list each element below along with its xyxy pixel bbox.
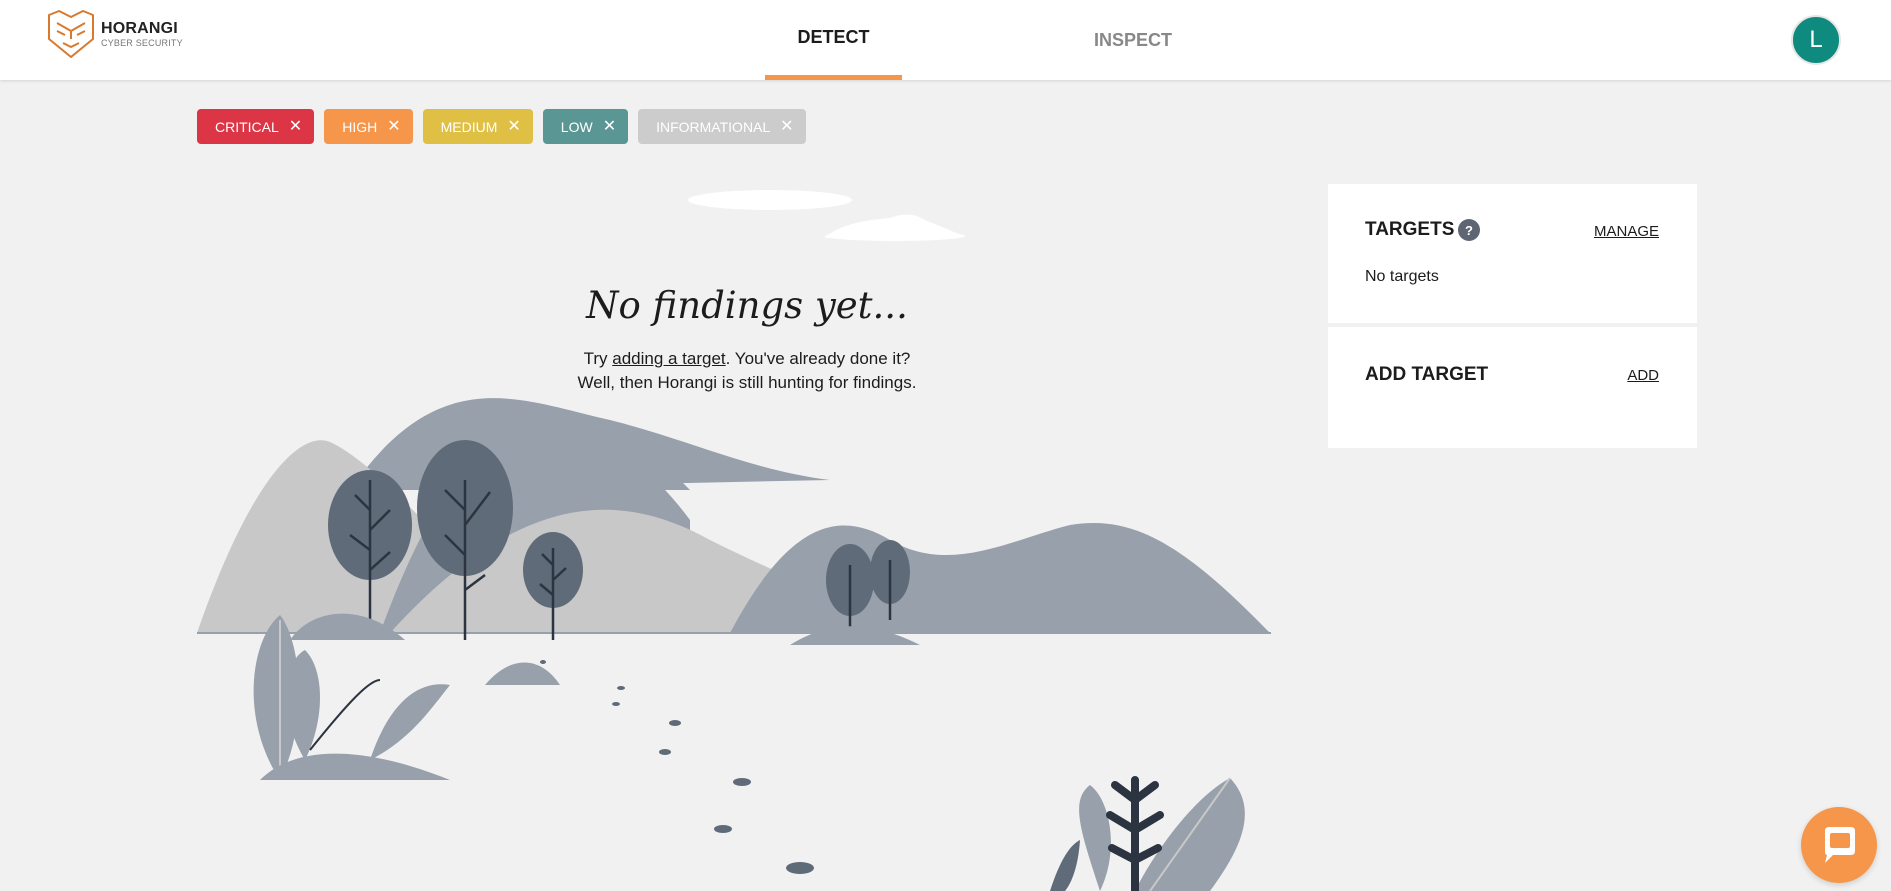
targets-title: TARGETS (1365, 219, 1455, 240)
filter-chip-high[interactable]: HIGH ✕ (324, 109, 413, 144)
add-target-link[interactable]: adding a target (612, 349, 725, 368)
severity-filter-chips: CRITICAL ✕ HIGH ✕ MEDIUM ✕ LOW ✕ INFORMA… (197, 109, 806, 144)
empty-state-text: Well, then Horangi is still hunting for … (577, 373, 917, 392)
tab-detect[interactable]: DETECT (765, 0, 902, 80)
filter-chip-medium[interactable]: MEDIUM ✕ (422, 109, 533, 144)
close-icon[interactable]: ✕ (507, 118, 520, 135)
empty-state-text: . You've already done it? (725, 349, 911, 368)
close-icon[interactable]: ✕ (387, 118, 400, 135)
user-avatar[interactable]: L (1791, 15, 1841, 65)
empty-state-text: Try (583, 349, 613, 368)
empty-state-description: Try adding a target. You've already done… (497, 347, 997, 395)
empty-state-title: No findings yet... (586, 284, 908, 327)
chip-label: HIGH (342, 118, 378, 135)
top-nav-bar: HORANGI CYBER SECURITY DETECT INSPECT L (0, 0, 1891, 80)
no-targets-text: No targets (1365, 268, 1439, 285)
close-icon[interactable]: ✕ (603, 118, 616, 135)
add-target-panel: ADD TARGET ADD (1328, 327, 1697, 448)
help-icon[interactable]: ? (1458, 219, 1480, 241)
filter-chip-informational[interactable]: INFORMATIONAL ✕ (638, 109, 806, 144)
horangi-logo[interactable]: HORANGI CYBER SECURITY (45, 9, 183, 59)
chat-launcher-button[interactable] (1801, 807, 1877, 883)
chat-bubble-icon (1825, 827, 1855, 863)
close-icon[interactable]: ✕ (780, 118, 793, 135)
tab-inspect[interactable]: INSPECT (1067, 0, 1199, 80)
logo-name: HORANGI (101, 19, 178, 37)
add-link[interactable]: ADD (1627, 367, 1659, 384)
chip-label: MEDIUM (440, 118, 498, 135)
filter-chip-critical[interactable]: CRITICAL ✕ (197, 109, 315, 144)
chip-label: INFORMATIONAL (656, 118, 771, 135)
close-icon[interactable]: ✕ (289, 118, 302, 135)
targets-panel: TARGETS ? MANAGE No targets (1328, 184, 1697, 323)
filter-chip-low[interactable]: LOW ✕ (542, 109, 629, 144)
chip-label: CRITICAL (215, 118, 279, 135)
add-target-title: ADD TARGET (1365, 364, 1489, 385)
chip-label: LOW (560, 118, 593, 135)
manage-link[interactable]: MANAGE (1594, 223, 1659, 240)
tiger-logo-icon (48, 10, 94, 58)
logo-subtitle: CYBER SECURITY (101, 37, 183, 48)
